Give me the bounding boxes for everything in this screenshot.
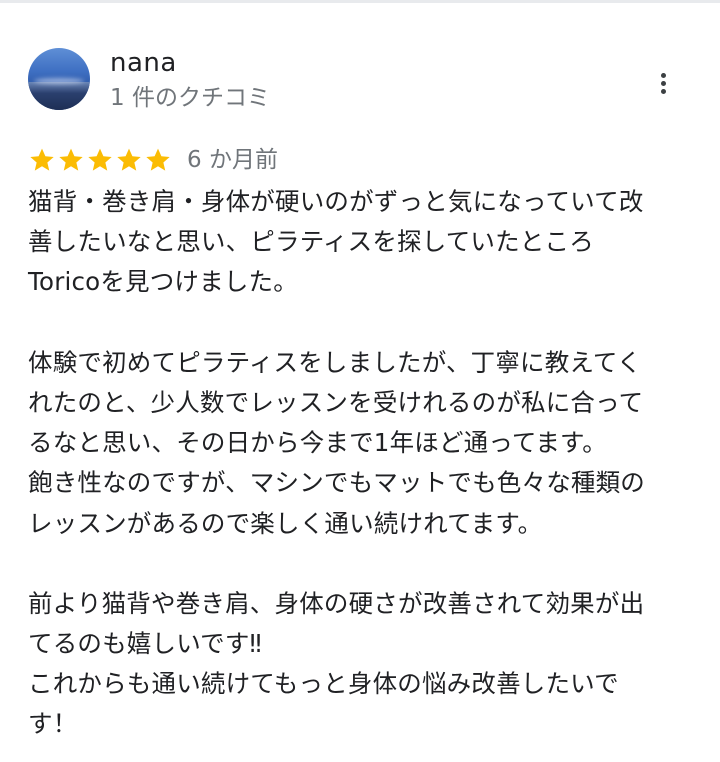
review-text: 猫背・巻き肩・身体が硬いのがずっと気になっていて改 善したいなと思い、ピラティスを… [28,182,700,745]
star-rating [28,146,173,174]
review-text-line: これからも通い続けてもっと身体の悩み改善したいで [28,669,619,699]
star-icon [59,148,83,171]
review-text-line: 前より猫背や巻き肩、身体の硬さが改善されて効果が出 [28,588,645,618]
review-text-line: 体験で初めてピラティスをしましたが、丁寧に教えてく [28,347,642,377]
star-icon [30,148,54,171]
review-date: 6 か月前 [187,147,278,173]
reviewer-review-count: 1 件のクチコミ [110,85,270,111]
more-options-button[interactable] [648,63,680,103]
review-text-line: レッスンがあるので楽しく通い続けれてます。 [28,508,543,538]
reviewer-name[interactable]: nana [110,47,177,79]
review-card: nana 1 件のクチコミ 6 か月前 猫背・巻き肩・身体が硬いのがずっと気にな… [0,3,720,762]
star-icon [88,148,112,171]
avatar-horizon [28,82,90,110]
review-text-line: 猫背・巻き肩・身体が硬いのがずっと気になっていて改 [28,187,644,216]
review-text-line: るなと思い、その日から今まで1年ほど通ってます。 [28,428,607,458]
review-text-line: てるのも嬉しいです‼ [28,629,262,659]
review-text-line: Toricoを見つけました。 [28,267,298,297]
avatar-glow [34,78,84,84]
review-text-line: 善したいなと思い、ピラティスを探していたところ [28,227,594,257]
review-text-line: れたのと、少人数でレッスンを受けれるのが私に合って [28,387,644,417]
review-text-line [28,303,700,343]
review-text-line: 飽き性なのですが、マシンでもマットでも色々な種類の [28,468,646,498]
star-icon [117,148,141,171]
rating-row: 6 か月前 [28,143,278,177]
review-text-line [28,544,700,584]
avatar[interactable] [28,48,90,110]
star-icon [146,148,170,171]
review-text-line: す！ [28,709,78,739]
